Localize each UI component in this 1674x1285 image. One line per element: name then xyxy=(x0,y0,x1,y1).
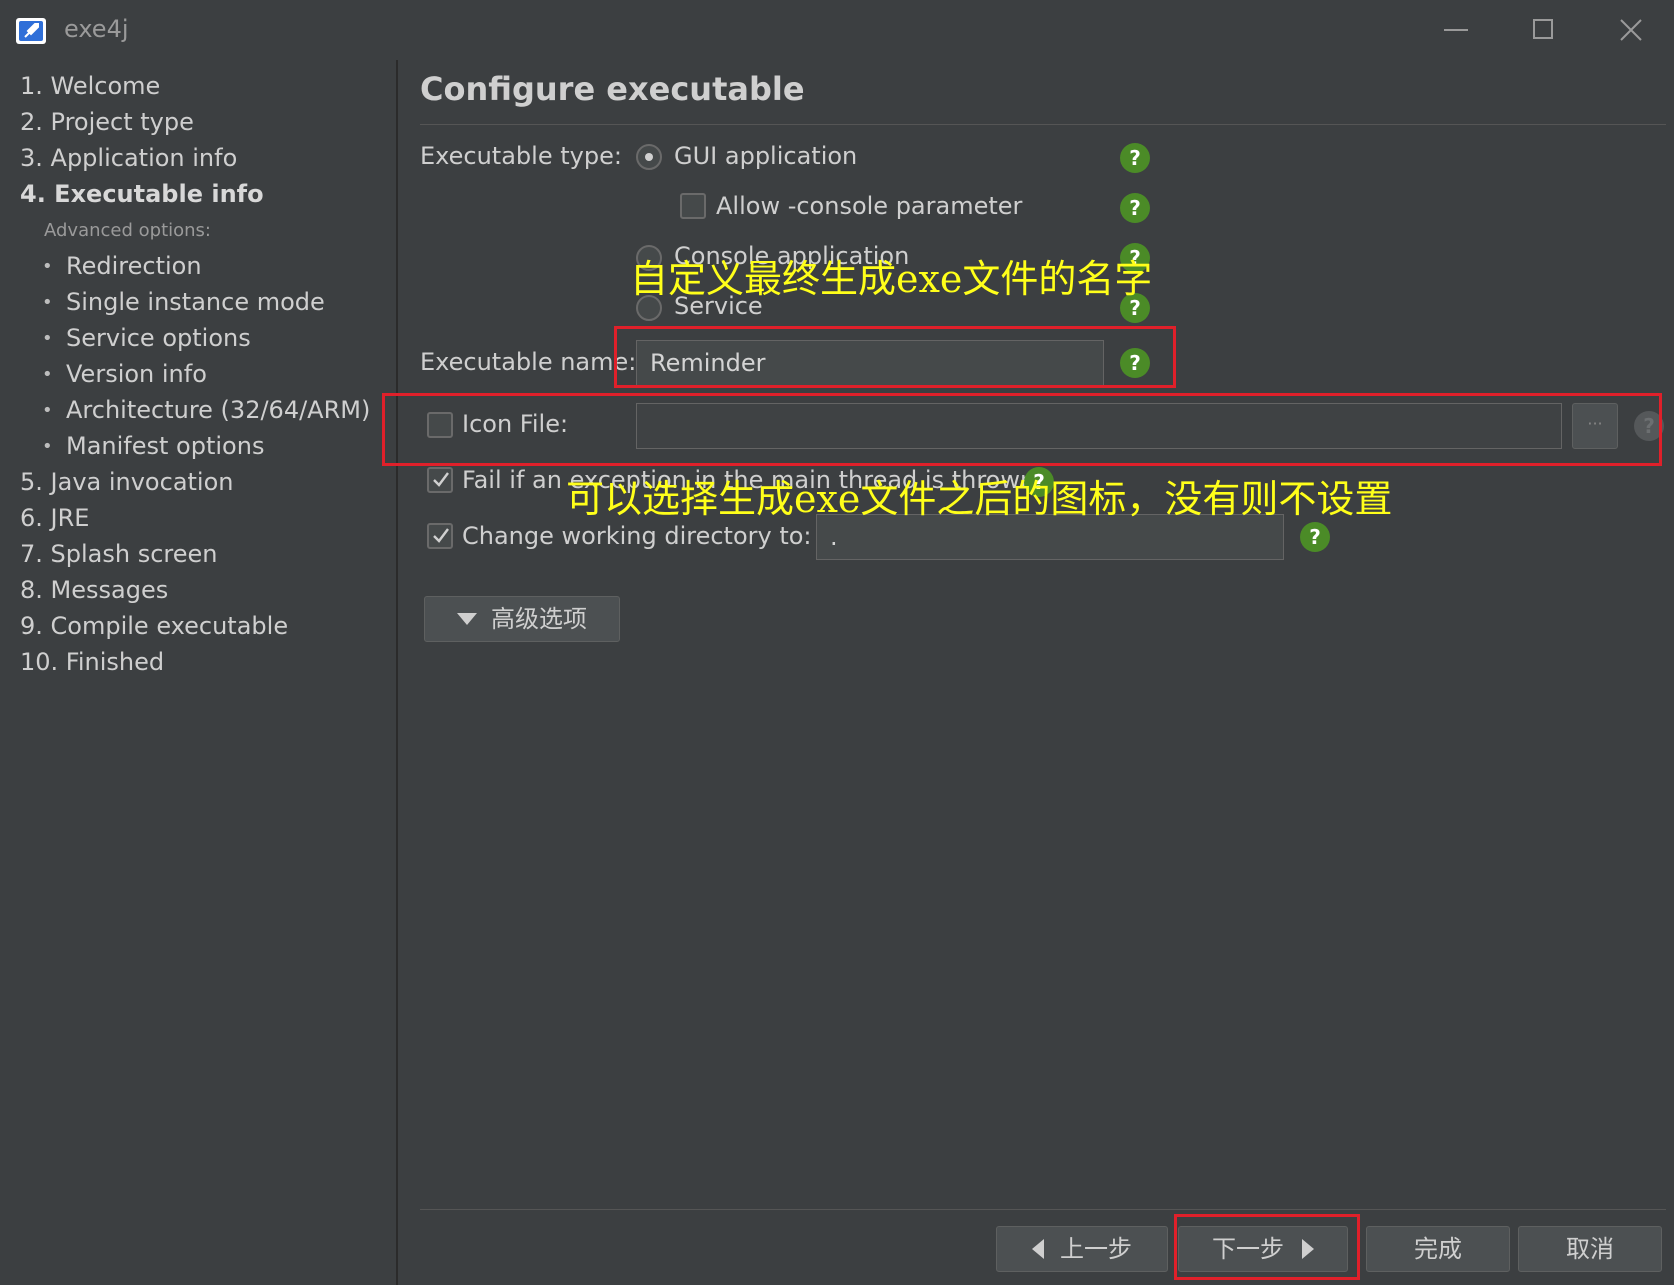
wizard-steps-sidebar: 1. Welcome 2. Project type 3. Applicatio… xyxy=(0,60,396,1285)
minimize-icon xyxy=(1444,29,1468,31)
back-button-label: 上一步 xyxy=(1060,1235,1132,1263)
sidebar-item-redirection[interactable]: • Redirection xyxy=(42,252,202,280)
name-annotation-box xyxy=(614,326,1176,388)
footer-divider xyxy=(420,1209,1666,1210)
finish-button[interactable]: 完成 xyxy=(1366,1226,1510,1272)
sidebar-divider xyxy=(396,60,398,1285)
heading-divider xyxy=(420,124,1666,125)
help-icon[interactable]: ? xyxy=(1300,522,1330,552)
sidebar-item-architecture[interactable]: • Architecture (32/64/ARM) xyxy=(42,396,370,424)
cancel-button[interactable]: 取消 xyxy=(1518,1226,1662,1272)
change-directory-checkbox[interactable] xyxy=(427,523,453,549)
next-button[interactable]: 下一步 xyxy=(1178,1226,1348,1272)
sidebar-item-label: Service options xyxy=(66,324,251,352)
gui-application-radio[interactable] xyxy=(636,144,662,170)
checkmark-icon xyxy=(433,528,449,543)
advanced-options-button[interactable]: 高级选项 xyxy=(424,596,620,642)
gui-application-label[interactable]: GUI application xyxy=(674,142,857,170)
title-bar: exe4j xyxy=(0,0,1674,60)
close-button[interactable] xyxy=(1606,10,1656,50)
window-title: exe4j xyxy=(64,15,129,43)
help-icon[interactable]: ? xyxy=(1120,193,1150,223)
step-splash-screen[interactable]: 7. Splash screen xyxy=(20,540,218,568)
sidebar-item-manifest-options[interactable]: • Manifest options xyxy=(42,432,264,460)
advanced-options-button-label: 高级选项 xyxy=(491,605,587,633)
close-icon xyxy=(1620,19,1642,41)
fail-exception-checkbox[interactable] xyxy=(427,467,453,493)
step-compile-executable[interactable]: 9. Compile executable xyxy=(20,612,288,640)
next-button-label: 下一步 xyxy=(1212,1235,1284,1263)
step-application-info[interactable]: 3. Application info xyxy=(20,144,237,172)
sidebar-item-service-options[interactable]: • Service options xyxy=(42,324,251,352)
maximize-icon xyxy=(1533,19,1553,39)
back-button[interactable]: 上一步 xyxy=(996,1226,1168,1272)
page-title: Configure executable xyxy=(420,70,805,108)
step-finished[interactable]: 10. Finished xyxy=(20,648,164,676)
triangle-down-icon xyxy=(457,613,477,625)
sidebar-item-label: Single instance mode xyxy=(66,288,325,316)
step-project-type[interactable]: 2. Project type xyxy=(20,108,194,136)
triangle-right-icon xyxy=(1302,1239,1314,1259)
step-java-invocation[interactable]: 5. Java invocation xyxy=(20,468,234,496)
minimize-button[interactable] xyxy=(1432,10,1482,50)
executable-name-label: Executable name: xyxy=(420,348,637,376)
step-jre[interactable]: 6. JRE xyxy=(20,504,89,532)
sidebar-item-single-instance[interactable]: • Single instance mode xyxy=(42,288,325,316)
icon-annotation-text: 可以选择生成exe文件之后的图标，没有则不设置 xyxy=(566,477,1393,521)
executable-type-label: Executable type: xyxy=(420,142,622,170)
step-welcome[interactable]: 1. Welcome xyxy=(20,72,160,100)
icon-annotation-box xyxy=(382,393,1662,466)
step-executable-info[interactable]: 4. Executable info xyxy=(20,180,264,208)
sidebar-item-version-info[interactable]: • Version info xyxy=(42,360,207,388)
advanced-options-label: Advanced options: xyxy=(44,220,211,241)
maximize-button[interactable] xyxy=(1519,10,1569,50)
change-directory-label[interactable]: Change working directory to: xyxy=(462,522,812,550)
checkmark-icon xyxy=(433,472,449,487)
allow-console-label[interactable]: Allow -console parameter xyxy=(716,192,1022,220)
name-annotation-text: 自定义最终生成exe文件的名字 xyxy=(630,257,1153,301)
sidebar-item-label: Redirection xyxy=(66,252,202,280)
rocket-icon xyxy=(16,18,46,44)
step-messages[interactable]: 8. Messages xyxy=(20,576,168,604)
sidebar-item-label: Version info xyxy=(66,360,207,388)
allow-console-checkbox[interactable] xyxy=(680,193,706,219)
sidebar-item-label: Architecture (32/64/ARM) xyxy=(66,396,371,424)
help-icon[interactable]: ? xyxy=(1120,143,1150,173)
sidebar-item-label: Manifest options xyxy=(66,432,265,460)
triangle-left-icon xyxy=(1032,1239,1044,1259)
